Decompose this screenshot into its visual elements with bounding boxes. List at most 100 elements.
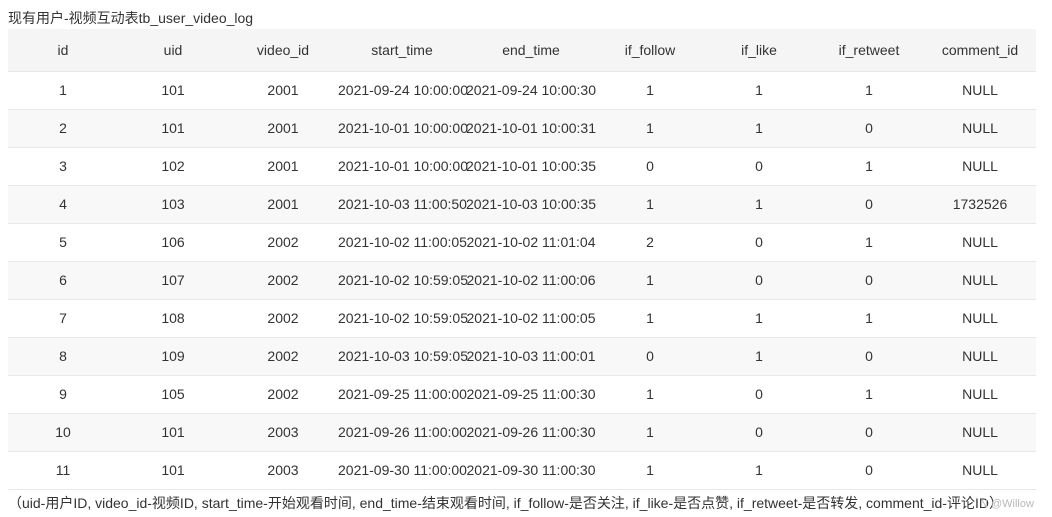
table-cell-uid: 101 [118,109,228,148]
table-cell-if-follow: 1 [596,375,704,414]
table-cell-start-time: 2021-10-03 10:59:05 [338,337,468,376]
table-cell-if-follow: 1 [596,413,704,452]
table-cell-video-id: 2002 [228,375,338,414]
table-row: 4 103 2001 2021-10-03 11:00:50 2021-10-03 10… [8,185,1036,224]
table-cell-video-id: 2001 [228,109,338,148]
table-cell-uid: 103 [118,185,228,224]
table-cell-start-time: 2021-10-02 10:59:05 [338,299,468,338]
table-cell-id: 4 [8,185,118,224]
table-row: 7 108 2002 2021-10-02 10:59:05 2021-10-02 11… [8,299,1036,338]
table-cell-video-id: 2002 [228,299,338,338]
table-cell-end-time: 2021-10-02 11:00:06 [466,261,596,300]
column-header-if-follow: if_follow [596,29,704,72]
table-cell-end-time: 2021-10-03 11:00:01 [466,337,596,376]
table-cell-if-retweet: 0 [814,337,924,376]
table-cell-end-time: 2021-09-25 11:00:30 [466,375,596,414]
table-cell-video-id: 2003 [228,451,338,490]
table-cell-if-like: 0 [704,261,814,300]
column-header-uid: uid [118,29,228,72]
table-cell-id: 1 [8,71,118,110]
table-cell-if-like: 1 [704,337,814,376]
table-cell-if-like: 1 [704,451,814,490]
table-cell-video-id: 2001 [228,185,338,224]
table-cell-if-retweet: 0 [814,413,924,452]
table-cell-comment-id: NULL [924,109,1036,148]
table-cell-id: 7 [8,299,118,338]
table-cell-comment-id: NULL [924,337,1036,376]
table-row: 5 106 2002 2021-10-02 11:00:05 2021-10-02 11… [8,223,1036,262]
table-cell-if-follow: 1 [596,261,704,300]
table-cell-uid: 106 [118,223,228,262]
table-cell-start-time: 2021-09-25 11:00:00 [338,375,467,414]
table-cell-comment-id: NULL [924,71,1036,110]
table-cell-if-retweet: 0 [814,185,924,224]
table-cell-if-like: 0 [704,375,814,414]
table-cell-if-follow: 0 [596,337,704,376]
table-row: 11 101 2003 2021-09-30 11:00:00 2021-09-30 1… [8,451,1036,490]
column-header-video-id: video_id [228,29,338,72]
table-cell-start-time: 2021-10-01 10:00:00 [338,147,468,186]
table-cell-if-like: 0 [704,223,814,262]
table-cell-id: 9 [8,375,118,414]
table-cell-video-id: 2003 [228,413,338,452]
table-cell-start-time: 2021-10-03 11:00:50 [338,185,467,224]
table-cell-if-like: 1 [704,109,814,148]
table-cell-id: 5 [8,223,118,262]
table-cell-uid: 109 [118,337,228,376]
table-cell-end-time: 2021-10-02 11:00:05 [466,299,596,338]
table-cell-if-retweet: 1 [814,71,924,110]
table-cell-if-follow: 1 [596,109,704,148]
table-cell-start-time: 2021-09-24 10:00:00 [338,71,468,110]
table-cell-if-follow: 2 [596,223,704,262]
table-cell-video-id: 2002 [228,261,338,300]
table-cell-if-follow: 0 [596,147,704,186]
table-cell-if-retweet: 0 [814,261,924,300]
column-header-if-like: if_like [704,29,814,72]
table-row: 6 107 2002 2021-10-02 10:59:05 2021-10-02 11… [8,261,1036,300]
table-header-row: id uid video_id start_time end_time if_follow… [8,29,1036,72]
table-cell-end-time: 2021-09-24 10:00:30 [466,71,596,110]
table-cell-uid: 101 [118,451,228,490]
table-cell-id: 11 [8,451,118,490]
table-cell-comment-id: NULL [924,223,1036,262]
table-cell-end-time: 2021-10-01 10:00:35 [466,147,596,186]
table-cell-comment-id: NULL [924,375,1036,414]
column-header-comment-id: comment_id [924,29,1036,72]
table-cell-comment-id: NULL [924,451,1036,490]
table-container: id uid video_id start_time end_time if_follow… [8,29,1036,490]
table-cell-if-like: 0 [704,147,814,186]
table-cell-uid: 101 [118,71,228,110]
column-header-start-time: start_time [338,29,466,72]
table-cell-if-like: 1 [704,185,814,224]
table-cell-video-id: 2001 [228,71,338,110]
table-row: 1 101 2001 2021-09-24 10:00:00 2021-09-24 10… [8,71,1036,110]
table-cell-if-follow: 1 [596,185,704,224]
column-header-id: id [8,29,118,72]
table-cell-video-id: 2001 [228,147,338,186]
watermark: N @Willow [980,498,1034,510]
table-cell-end-time: 2021-10-02 11:01:04 [466,223,596,262]
table-cell-end-time: 2021-10-03 10:00:35 [466,185,596,224]
table-cell-comment-id: 1732526 [924,185,1036,224]
table-cell-if-retweet: 0 [814,451,924,490]
table-cell-video-id: 2002 [228,337,338,376]
table-cell-comment-id: NULL [924,261,1036,300]
table-row: 9 105 2002 2021-09-25 11:00:00 2021-09-25 11… [8,375,1036,414]
table-cell-start-time: 2021-09-30 11:00:00 [338,451,467,490]
column-header-if-retweet: if_retweet [814,29,924,72]
table-cell-if-retweet: 1 [814,223,924,262]
table-row: 3 102 2001 2021-10-01 10:00:00 2021-10-01 10… [8,147,1036,186]
table-cell-if-retweet: 1 [814,299,924,338]
table-cell-if-follow: 1 [596,71,704,110]
table-cell-id: 8 [8,337,118,376]
table-cell-uid: 107 [118,261,228,300]
table-row: 8 109 2002 2021-10-03 10:59:05 2021-10-03 11… [8,337,1036,376]
table-row: 2 101 2001 2021-10-01 10:00:00 2021-10-01 10… [8,109,1036,148]
table-cell-end-time: 2021-10-01 10:00:31 [466,109,596,148]
table-cell-uid: 101 [118,413,228,452]
table-cell-if-retweet: 1 [814,375,924,414]
table-cell-start-time: 2021-10-02 10:59:05 [338,261,468,300]
table-cell-id: 2 [8,109,118,148]
column-description-note: （uid-用户ID, video_id-视频ID, start_time-开始观… [8,495,1003,511]
table-cell-video-id: 2002 [228,223,338,262]
